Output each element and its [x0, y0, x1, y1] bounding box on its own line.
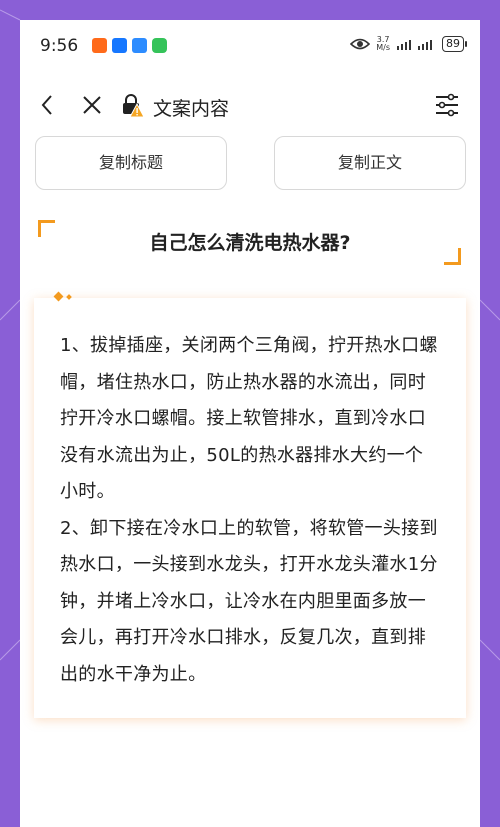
- article-card: 1、拔掉插座，关闭两个三角阀，拧开热水口螺帽，堵住热水口，防止热水器的水流出，同…: [34, 291, 466, 718]
- back-icon[interactable]: [36, 92, 60, 118]
- status-time: 9:56: [40, 36, 79, 56]
- network-speed: 3.7 M/s: [376, 36, 390, 52]
- notification-icons: [92, 38, 167, 53]
- phone-screen: 9:56 3.7 M/s 89 文案内容 复制标题 复制正文 自己怎么清洗电热水…: [20, 20, 480, 827]
- title-corner-decoration: [444, 248, 461, 265]
- nav-bar: 文案内容: [20, 84, 480, 128]
- page-title: 文案内容: [153, 98, 230, 120]
- article-title: 自己怎么清洗电热水器?: [149, 232, 351, 254]
- fliggy-icon: [132, 38, 147, 53]
- status-indicators: 3.7 M/s 89: [350, 36, 467, 52]
- diamond-decoration: [66, 294, 72, 300]
- signal-icon: [397, 40, 432, 50]
- taobao-icon: [92, 38, 107, 53]
- close-icon[interactable]: [80, 92, 104, 118]
- article-body: 1、拔掉插座，关闭两个三角阀，拧开热水口螺帽，堵住热水口，防止热水器的水流出，同…: [60, 328, 440, 693]
- copy-body-button[interactable]: 复制正文: [274, 136, 466, 190]
- status-bar: 9:56 3.7 M/s 89: [20, 20, 480, 72]
- alipay-icon: [112, 38, 127, 53]
- battery-level: 89: [442, 36, 467, 52]
- menu-icon[interactable]: [434, 92, 460, 118]
- diamond-decoration: [53, 291, 64, 302]
- phone-icon: [152, 38, 167, 53]
- lock-warning-icon[interactable]: [120, 92, 144, 118]
- article-paragraph: 1、拔掉插座，关闭两个三角阀，拧开热水口螺帽，堵住热水口，防止热水器的水流出，同…: [60, 335, 438, 502]
- copy-title-button[interactable]: 复制标题: [35, 136, 227, 190]
- network-speed-unit: M/s: [376, 43, 390, 52]
- eye-icon: [350, 38, 371, 50]
- article-paragraph: 2、卸下接在冷水口上的软管，将软管一头接到热水口，一头接到水龙头，打开水龙头灌水…: [60, 517, 438, 685]
